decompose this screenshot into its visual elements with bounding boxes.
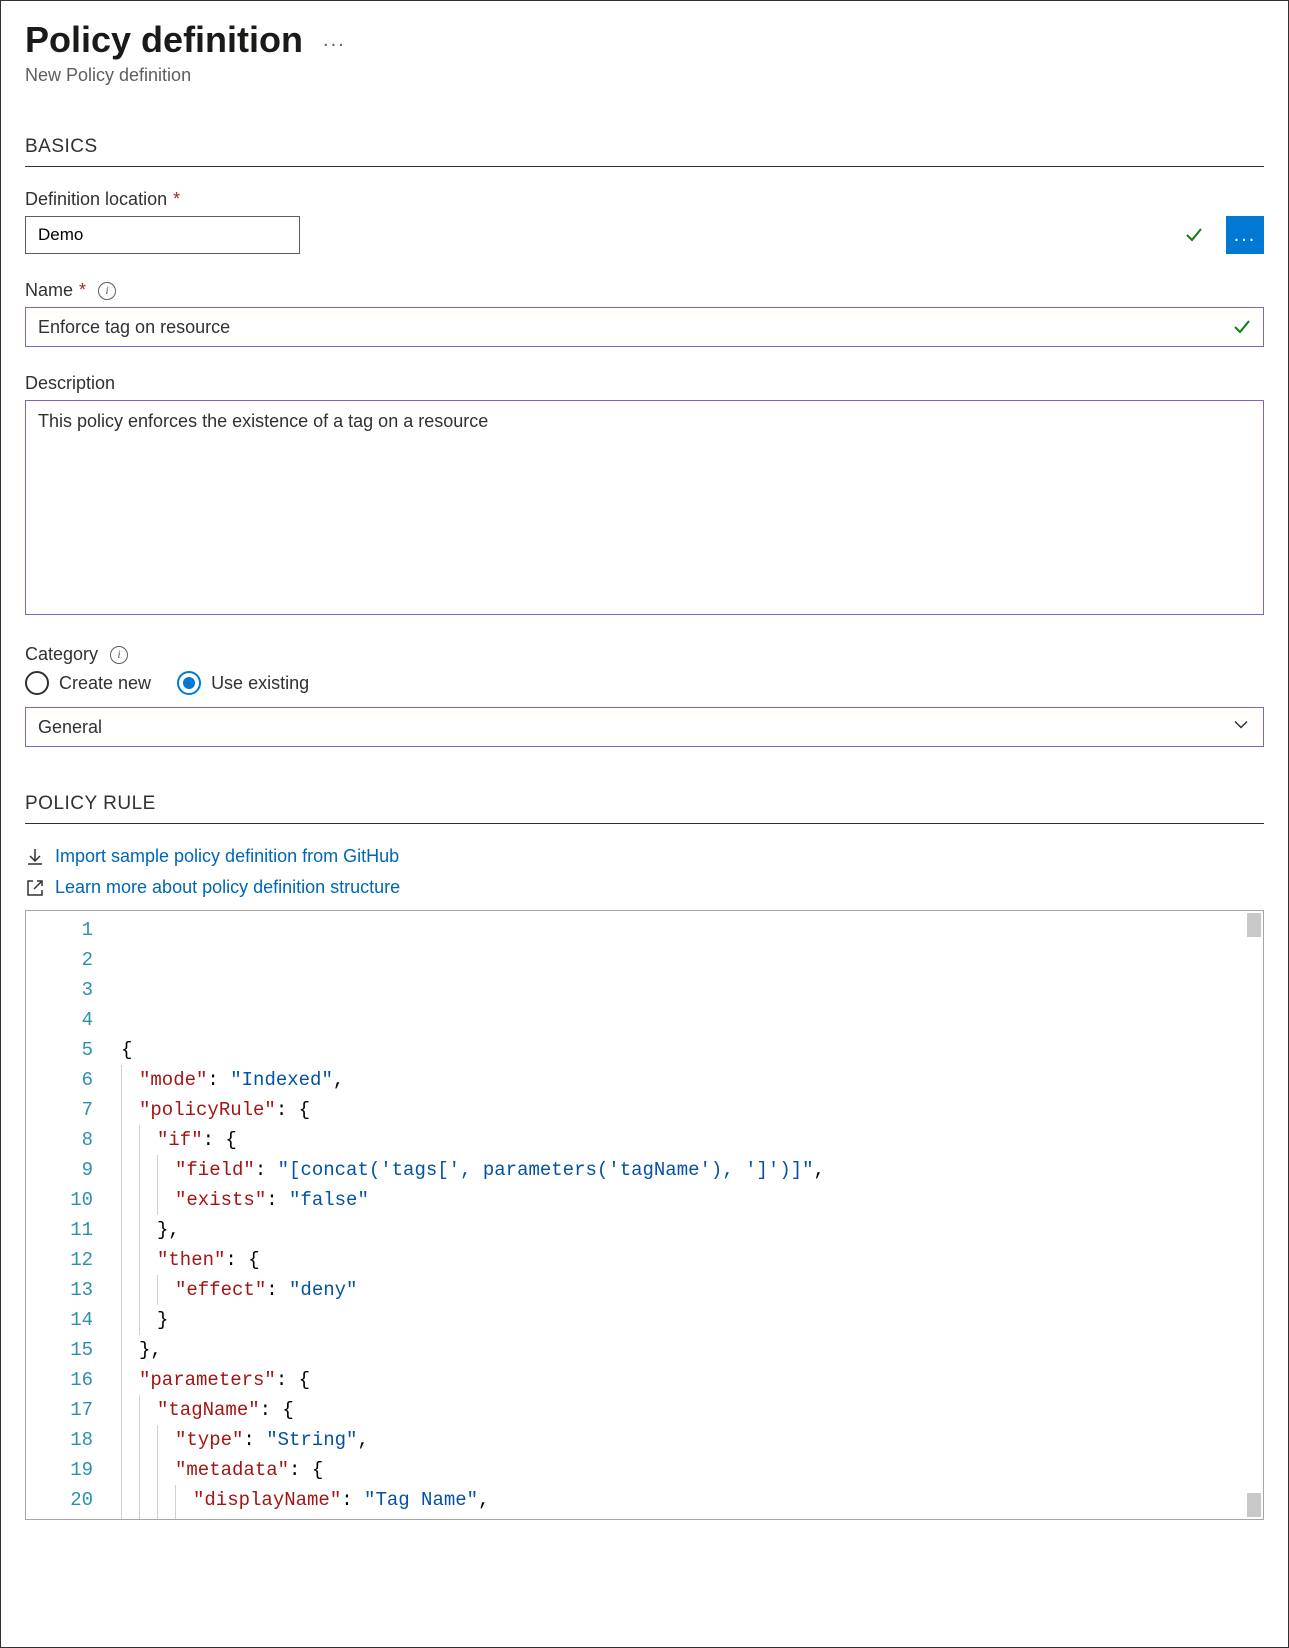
radio-use-existing-label: Use existing	[211, 673, 309, 694]
check-icon	[1184, 225, 1204, 245]
section-basics-label: BASICS	[25, 136, 1264, 158]
section-divider	[25, 166, 1264, 167]
definition-location-label: Definition location *	[25, 189, 1264, 210]
required-asterisk: *	[79, 280, 86, 301]
category-select-value: General	[38, 717, 102, 738]
external-link-icon	[25, 878, 45, 898]
section-divider	[25, 823, 1264, 824]
name-label-text: Name	[25, 280, 73, 301]
code-gutter: 123456789101112131415161718192021	[26, 911, 121, 1519]
scrollbar-thumb[interactable]	[1247, 913, 1261, 937]
info-icon[interactable]: i	[98, 282, 116, 300]
radio-create-new-label: Create new	[59, 673, 151, 694]
scrollbar-thumb[interactable]	[1247, 1493, 1261, 1517]
description-label: Description	[25, 373, 1264, 394]
more-icon[interactable]: ...	[323, 29, 346, 52]
description-textarea[interactable]	[25, 400, 1264, 615]
import-sample-link[interactable]: Import sample policy definition from Git…	[55, 846, 399, 867]
radio-create-new[interactable]: Create new	[25, 671, 151, 695]
radio-icon	[25, 671, 49, 695]
radio-icon	[177, 671, 201, 695]
radio-use-existing[interactable]: Use existing	[177, 671, 309, 695]
name-input[interactable]	[25, 307, 1264, 347]
code-editor[interactable]: 123456789101112131415161718192021 {"mode…	[25, 910, 1264, 1520]
download-icon	[25, 847, 45, 867]
info-icon[interactable]: i	[110, 646, 128, 664]
category-select[interactable]: General	[25, 707, 1264, 747]
category-label-text: Category	[25, 644, 98, 665]
check-icon	[1232, 317, 1252, 337]
chevron-down-icon	[1232, 716, 1250, 739]
definition-location-input[interactable]	[25, 216, 300, 254]
code-body[interactable]: {"mode": "Indexed","policyRule": {"if": …	[121, 911, 1263, 1519]
definition-location-browse-button[interactable]: ...	[1226, 216, 1264, 254]
learn-more-link[interactable]: Learn more about policy definition struc…	[55, 877, 400, 898]
required-asterisk: *	[173, 189, 180, 210]
page-subtitle: New Policy definition	[25, 65, 1264, 86]
definition-location-label-text: Definition location	[25, 189, 167, 210]
description-label-text: Description	[25, 373, 115, 394]
section-policy-rule-label: POLICY RULE	[25, 793, 1264, 815]
name-label: Name * i	[25, 280, 1264, 301]
page-title: Policy definition	[25, 19, 303, 61]
category-label: Category i	[25, 644, 1264, 665]
